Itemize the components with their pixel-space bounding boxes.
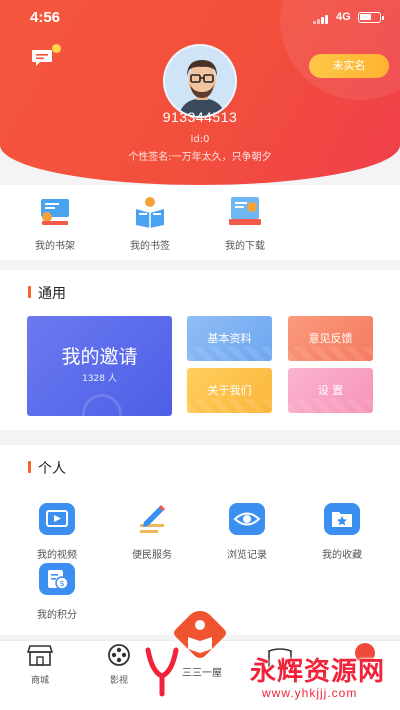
my-points-label: 我的积分 (37, 610, 77, 621)
svg-text:$: $ (59, 579, 64, 588)
feedback-tile[interactable]: 意见反馈 (288, 316, 373, 361)
film-reel-icon (108, 644, 130, 666)
convenience-service-button[interactable]: 便民服务 (112, 502, 192, 561)
browse-history-button[interactable]: 浏览记录 (207, 502, 287, 561)
user-signature: 个性签名:一万年太久，只争朝夕 (128, 152, 272, 163)
bookshelf-label: 我的书架 (35, 241, 75, 252)
bookshelf-icon (41, 199, 69, 225)
battery-icon (358, 12, 384, 23)
my-invite-card[interactable]: 我的邀请 1328 人 (27, 316, 172, 416)
invite-count: 1328 人 (82, 374, 117, 384)
message-icon[interactable] (31, 49, 53, 67)
general-section-title: 通用 (28, 283, 66, 303)
basic-info-tile[interactable]: 基本资料 (187, 316, 272, 361)
tab-shop-label: 商城 (30, 676, 49, 686)
bookmark-label: 我的书签 (130, 241, 170, 252)
my-videos-button[interactable]: 我的视频 (17, 502, 97, 561)
watermark-url: www.yhkjjj.com (262, 686, 358, 700)
tab-movies-label: 影视 (109, 676, 128, 686)
signal-icon (313, 14, 331, 24)
notification-dot (52, 44, 61, 53)
watermark-brand: 永辉资源网 (250, 657, 386, 687)
bookmark-button[interactable]: 我的书签 (110, 193, 190, 252)
bookshelf-button[interactable]: 我的书架 (15, 193, 95, 252)
tab-shop[interactable]: 商城 (10, 643, 70, 686)
profile-header: 4:56 4G 未实名 913344513 Id:0 个性签名:一万年太久，只争… (0, 0, 400, 185)
status-bar: 4:56 4G (0, 0, 400, 36)
status-time: 4:56 (30, 9, 61, 26)
video-icon (39, 503, 75, 535)
settings-tile[interactable]: 设 置 (288, 368, 373, 413)
my-points-button[interactable]: $ 我的积分 (17, 562, 97, 621)
my-favorites-button[interactable]: 我的收藏 (302, 502, 382, 561)
watermark-center-text: 三三一屋 (182, 668, 222, 679)
user-id-line: Id:0 (190, 134, 210, 145)
star-folder-icon (324, 503, 360, 535)
about-us-tile[interactable]: 关于我们 (187, 368, 272, 413)
convenience-service-label: 便民服务 (132, 550, 172, 561)
my-favorites-label: 我的收藏 (322, 550, 362, 561)
avatar[interactable] (163, 44, 237, 118)
points-icon: $ (39, 563, 75, 595)
realname-verify-button[interactable]: 未实名 (309, 54, 389, 78)
shop-icon (26, 645, 54, 666)
watermark-y-icon (145, 647, 179, 697)
my-videos-label: 我的视频 (37, 550, 77, 561)
download-icon (229, 197, 261, 225)
user-id: 913344513 (162, 109, 238, 125)
pencil-icon (140, 504, 166, 533)
download-button[interactable]: 我的下载 (205, 193, 285, 252)
network-type: 4G (336, 11, 351, 23)
download-label: 我的下载 (225, 241, 265, 252)
avatar-illustration-icon (165, 46, 235, 116)
eye-icon (229, 503, 265, 535)
tab-movies[interactable]: 影视 (89, 643, 149, 686)
quick-actions: 我的书架 我的书签 我的下载 (0, 185, 400, 260)
personal-section-title: 个人 (28, 458, 66, 478)
bookmark-reader-icon (136, 197, 164, 228)
invite-title: 我的邀请 (61, 346, 138, 368)
browse-history-label: 浏览记录 (227, 550, 267, 561)
general-section: 通用 我的邀请 1328 人 基本资料 意见反馈 关于我们 设 置 (0, 270, 400, 430)
